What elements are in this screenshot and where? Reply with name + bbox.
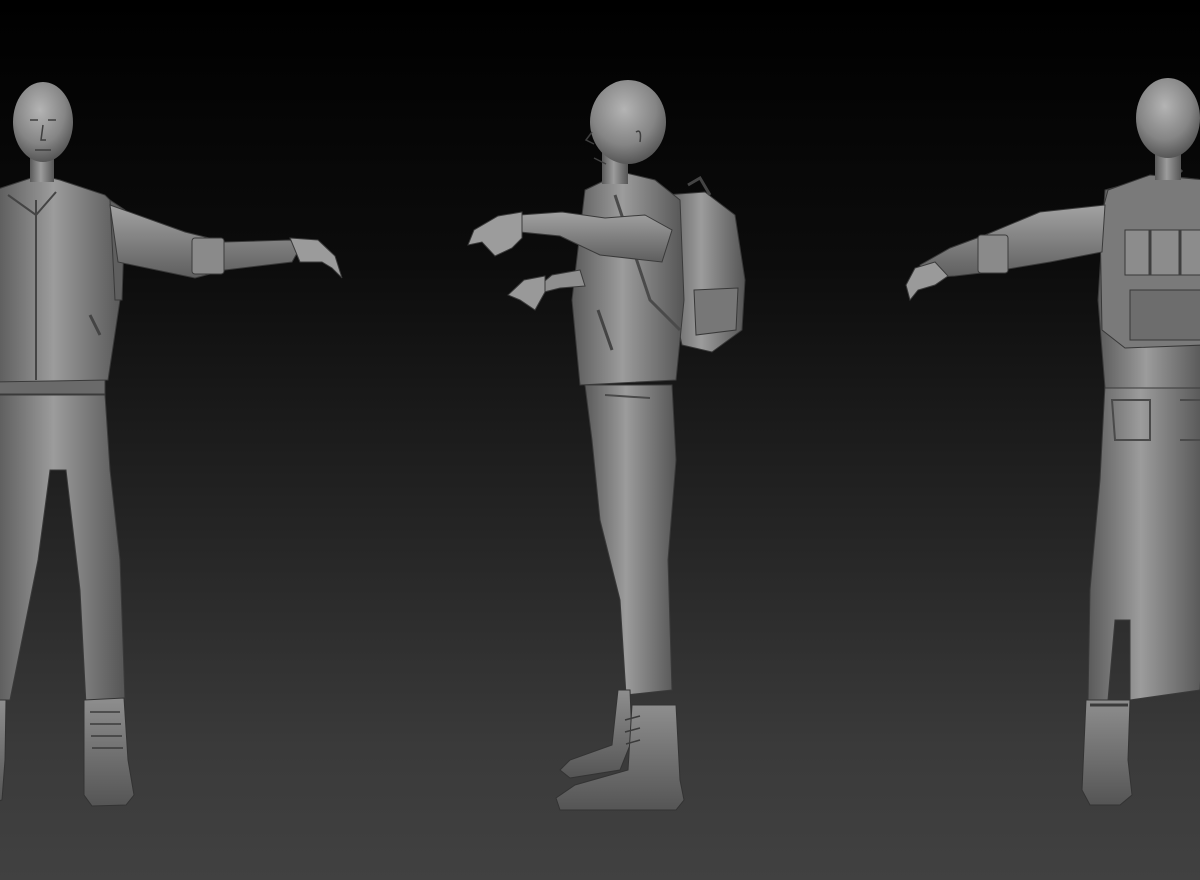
front-jeans <box>0 394 126 706</box>
front-hand <box>289 237 343 279</box>
side-jacket <box>571 171 685 386</box>
back-boot <box>1081 699 1133 806</box>
front-boot-right <box>83 697 135 807</box>
sculpt-viewport[interactable] <box>0 0 1200 880</box>
side-head <box>590 80 666 164</box>
side-hand-upper <box>467 211 523 257</box>
back-head <box>1136 78 1200 158</box>
front-jacket <box>0 174 126 383</box>
back-jeans <box>1087 384 1200 701</box>
front-view-figure <box>0 82 343 807</box>
front-boot-left <box>0 699 7 802</box>
back-arm <box>919 204 1106 279</box>
side-view-figure <box>467 80 746 811</box>
side-jeans <box>584 384 677 696</box>
turnaround-render <box>0 78 1200 811</box>
back-view-figure <box>905 78 1200 806</box>
side-boot-back <box>559 689 633 779</box>
side-hand-lower <box>507 275 546 311</box>
